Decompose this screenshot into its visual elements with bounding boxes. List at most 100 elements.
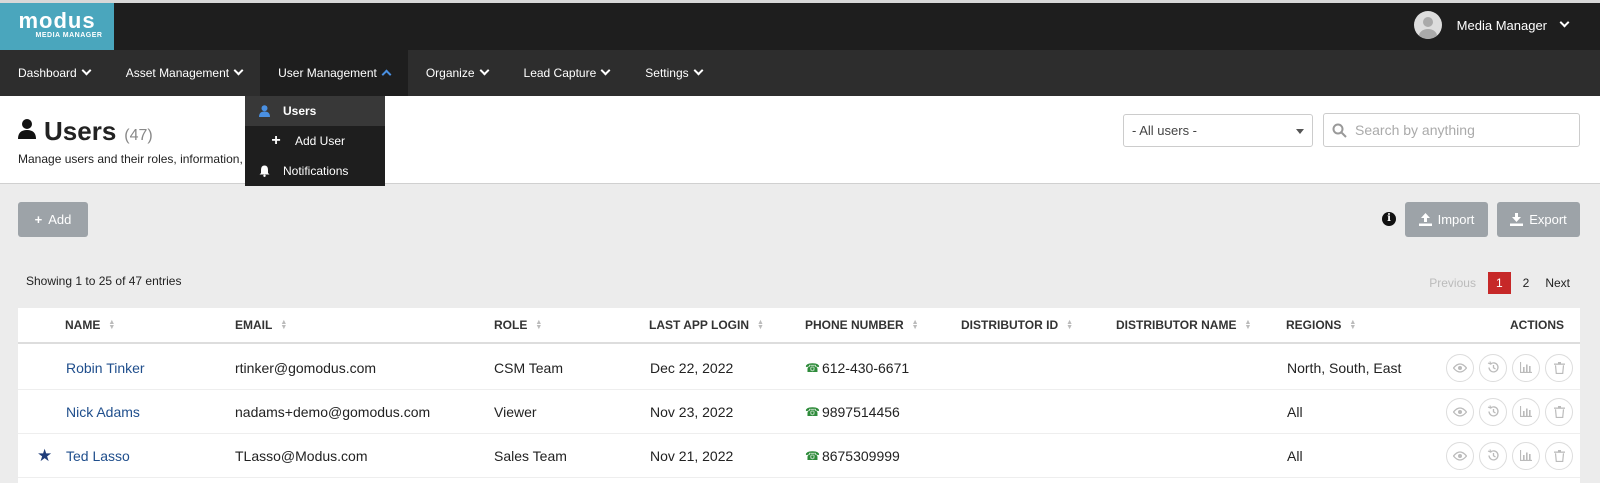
trash-icon[interactable] <box>1545 353 1573 382</box>
nav-settings[interactable]: Settings <box>627 50 719 96</box>
sort-icon: ▲ ▼ <box>757 319 764 331</box>
last-login-cell: Dec 22, 2022 <box>650 359 734 376</box>
download-icon <box>1510 213 1524 226</box>
column-header-distributor-id[interactable]: DISTRIBUTOR ID ▲ ▼ <box>961 308 1073 342</box>
nav-label: Asset Management <box>125 66 230 80</box>
view-icon[interactable] <box>1446 441 1474 470</box>
view-icon[interactable] <box>1446 397 1474 426</box>
row-actions <box>1446 346 1573 389</box>
add-button[interactable]: + Add <box>18 202 88 237</box>
import-button[interactable]: Import <box>1405 202 1488 237</box>
column-header-distributor-name[interactable]: DISTRIBUTOR NAME ▲ ▼ <box>1116 308 1251 342</box>
column-header-email[interactable]: EMAIL ▲ ▼ <box>235 308 287 342</box>
chart-icon[interactable] <box>1512 397 1540 426</box>
search-icon <box>1332 123 1347 138</box>
user-name-link[interactable]: Robin Tinker <box>66 360 145 376</box>
dropdown-label: Notifications <box>283 164 349 178</box>
user-filter-select[interactable]: - All users - <box>1123 114 1313 147</box>
header-label: REGIONS <box>1286 318 1342 332</box>
user-management-dropdown: Users + Add User Notifications <box>245 96 385 186</box>
plus-icon: + <box>271 132 281 149</box>
chevron-down-icon <box>81 65 92 76</box>
nav-asset-management[interactable]: Asset Management <box>108 50 260 96</box>
role-cell: Viewer <box>494 403 537 420</box>
search-input[interactable] <box>1355 122 1565 138</box>
nav-organize[interactable]: Organize <box>408 50 506 96</box>
header-label: LAST APP LOGIN <box>649 318 750 332</box>
pagination: Previous 1 2 Next <box>1421 272 1578 294</box>
nav-dashboard[interactable]: Dashboard <box>0 50 108 96</box>
chevron-down-icon <box>1559 17 1570 27</box>
header-label: ROLE <box>494 318 528 332</box>
sort-icon: ▲ ▼ <box>280 319 288 331</box>
user-menu[interactable]: Media Manager <box>1413 11 1570 39</box>
star-icon[interactable]: ★ <box>37 446 52 466</box>
page-1-button[interactable]: 1 <box>1487 272 1511 294</box>
caret-down-icon <box>1296 129 1304 134</box>
logo-text: modus <box>18 8 96 33</box>
column-header-role[interactable]: ROLE ▲ ▼ <box>494 308 542 342</box>
trash-icon[interactable] <box>1545 441 1573 470</box>
phone-icon: ☎ <box>805 448 820 463</box>
nav-lead-capture[interactable]: Lead Capture <box>506 50 628 96</box>
filter-value: - All users - <box>1132 123 1198 138</box>
info-icon[interactable]: i <box>1382 212 1396 226</box>
dropdown-item-add-user[interactable]: + Add User <box>245 126 385 156</box>
nav-label: Dashboard <box>18 66 77 80</box>
view-icon[interactable] <box>1446 353 1474 382</box>
entries-info: Showing 1 to 25 of 47 entries <box>26 274 182 288</box>
table-row: Robin Tinker rtinker@gomodus.com CSM Tea… <box>18 346 1580 390</box>
chart-icon[interactable] <box>1512 353 1540 382</box>
chevron-down-icon <box>233 65 244 76</box>
header-label: PHONE NUMBER <box>805 318 904 332</box>
user-icon <box>18 119 36 139</box>
table-row: ★ Ted Lasso TLasso@Modus.com Sales Team … <box>18 434 1580 478</box>
header-label: DISTRIBUTOR ID <box>961 318 1059 332</box>
user-count: (47) <box>124 127 153 144</box>
nav-user-management[interactable]: User Management <box>260 50 408 96</box>
modus-logo[interactable]: modus MEDIA MANAGER <box>0 3 114 50</box>
dropdown-item-users[interactable]: Users <box>245 96 385 126</box>
next-page-button[interactable]: Next <box>1537 272 1578 294</box>
trash-icon[interactable] <box>1545 397 1573 426</box>
user-name-link[interactable]: Nick Adams <box>66 404 140 420</box>
nav-label: User Management <box>278 66 377 80</box>
regions-cell: All <box>1287 403 1303 420</box>
column-header-regions[interactable]: REGIONS ▲ ▼ <box>1286 308 1356 342</box>
role-cell: CSM Team <box>494 359 563 376</box>
previous-page-button[interactable]: Previous <box>1421 272 1484 294</box>
page-2-button[interactable]: 2 <box>1515 272 1538 294</box>
phone-cell: 9897514456 <box>821 403 900 420</box>
sort-icon: ▲ ▼ <box>1244 319 1252 331</box>
export-button[interactable]: Export <box>1497 202 1580 237</box>
export-label: Export <box>1529 212 1567 227</box>
avatar <box>1413 11 1442 39</box>
title-text: Users <box>44 116 117 146</box>
upload-icon <box>1418 213 1432 226</box>
dropdown-item-notifications[interactable]: Notifications <box>245 156 385 186</box>
sort-icon: ▲ ▼ <box>1349 319 1357 331</box>
phone-icon: ☎ <box>805 404 820 419</box>
plus-icon: + <box>34 212 43 227</box>
history-icon[interactable] <box>1479 353 1507 382</box>
role-cell: Sales Team <box>494 447 567 464</box>
bell-icon <box>257 165 271 177</box>
sort-icon: ▲ ▼ <box>108 319 116 331</box>
column-header-phone-number[interactable]: PHONE NUMBER ▲ ▼ <box>805 308 919 342</box>
user-name-link[interactable]: Ted Lasso <box>66 448 130 464</box>
last-login-cell: Nov 23, 2022 <box>650 403 734 420</box>
phone-cell: 612-430-6671 <box>821 359 910 376</box>
main-nav: Dashboard Asset Management User Manageme… <box>0 50 1600 96</box>
logo-subtext: MEDIA MANAGER <box>35 32 103 39</box>
email-cell: TLasso@Modus.com <box>235 447 368 464</box>
email-cell: rtinker@gomodus.com <box>235 359 377 376</box>
table-header: NAME ▲ ▼ EMAIL ▲ ▼ ROLE ▲ ▼ LAST APP LOGIN ▲ ▼ P… <box>18 308 1580 344</box>
history-icon[interactable] <box>1479 441 1507 470</box>
column-header-name[interactable]: NAME ▲ ▼ <box>65 308 115 342</box>
sort-icon: ▲ ▼ <box>911 319 919 331</box>
column-header-last-app-login[interactable]: LAST APP LOGIN ▲ ▼ <box>649 308 764 342</box>
chart-icon[interactable] <box>1512 441 1540 470</box>
search-box <box>1323 113 1580 147</box>
history-icon[interactable] <box>1479 397 1507 426</box>
header-label: EMAIL <box>235 318 273 332</box>
